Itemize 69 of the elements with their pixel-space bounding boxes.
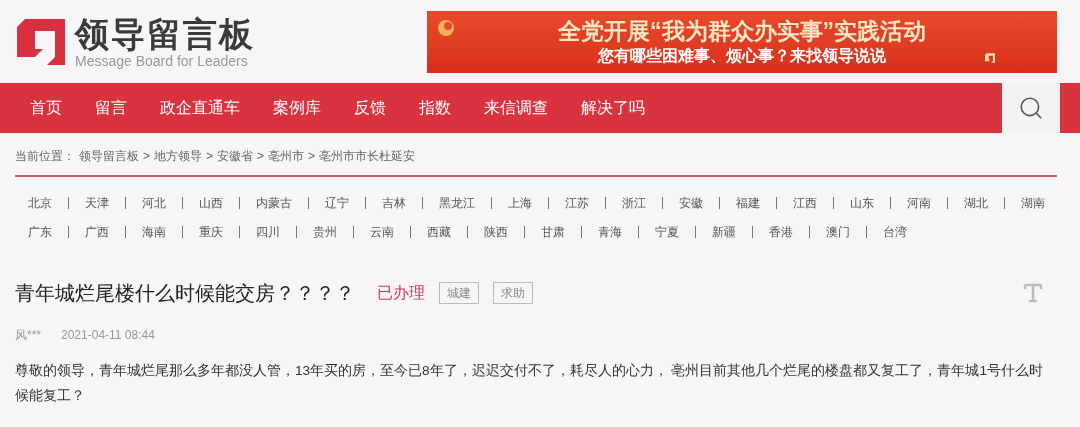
nav-link[interactable]: 反馈 (354, 96, 386, 120)
breadcrumb-link[interactable]: 领导留言板 (79, 147, 139, 165)
message-title: 青年城烂尾楼什么时候能交房？？？？ (15, 281, 355, 306)
province-link[interactable]: 黑龙江 (439, 193, 475, 213)
province-link[interactable]: 江苏 (565, 193, 589, 213)
breadcrumb-link[interactable]: 亳州市市长杜延安 (319, 147, 416, 165)
post-time: 2021-04-11 08:44 (61, 327, 155, 344)
nav-link[interactable]: 留言 (95, 96, 127, 120)
province-link[interactable]: 贵州 (313, 222, 337, 242)
province-link[interactable]: 海南 (142, 222, 166, 242)
logo-icon (17, 18, 65, 65)
breadcrumb-link[interactable]: 亳州市 (268, 147, 305, 165)
province-link[interactable]: 内蒙古 (256, 193, 292, 213)
province-link[interactable]: 新疆 (712, 222, 736, 242)
province-link[interactable]: 天津 (85, 193, 109, 213)
province-link[interactable]: 吉林 (382, 193, 406, 213)
province-link[interactable]: 福建 (736, 193, 760, 213)
breadcrumb-link[interactable]: 安徽省 (217, 147, 254, 165)
province-link[interactable]: 湖北 (964, 193, 988, 213)
province-link[interactable]: 山东 (850, 193, 874, 213)
search-icon (1018, 95, 1044, 121)
breadcrumb-separator: > (206, 148, 214, 165)
province-link[interactable]: 湖南 (1021, 193, 1045, 213)
province-link[interactable]: 四川 (256, 222, 280, 242)
nav-link[interactable]: 案例库 (273, 96, 321, 120)
emblem-icon (437, 18, 455, 37)
province-link[interactable]: 广东 (28, 222, 52, 242)
logo-subtitle: Message Board for Leaders (75, 52, 249, 69)
breadcrumb-separator: > (308, 148, 316, 165)
province-link[interactable]: 西藏 (427, 222, 451, 242)
breadcrumb-separator: > (143, 148, 150, 165)
province-link[interactable]: 上海 (508, 193, 532, 213)
province-link[interactable]: 河北 (142, 193, 166, 213)
province-link[interactable]: 重庆 (199, 222, 223, 242)
province-link[interactable]: 青海 (598, 222, 622, 242)
nav-link[interactable]: 首页 (30, 96, 62, 120)
banner-subtitle: 您有哪些困难事、烦心事？来找领导说说 (598, 45, 886, 66)
nav-link[interactable]: 来信调查 (484, 96, 548, 120)
message-body: 尊敬的领导，青年城烂尾那么多年都没人管，13年买的房，至今已8年了，迟迟交付不了，耗尽人的心力， 亳州目前其他几个烂尾的楼盘都又复工了，青年城1号什么时候能复工？ (15, 362, 1045, 405)
province-link[interactable]: 江西 (793, 193, 817, 213)
province-link[interactable]: 河南 (907, 193, 931, 213)
banner[interactable]: 全党开展“我为群众办实事”实践活动 您有哪些困难事、烦心事？来找领导说说 (427, 10, 1057, 73)
province-link[interactable]: 宁夏 (655, 222, 679, 242)
banner-title: 全党开展“我为群众办实事”实践活动 (558, 16, 926, 45)
author-name: 风*** (15, 327, 41, 344)
search-button[interactable] (1002, 83, 1060, 133)
logo-icon (985, 52, 995, 63)
province-link[interactable]: 辽宁 (325, 193, 349, 213)
nav-link[interactable]: 解决了吗 (581, 96, 645, 120)
province-link[interactable]: 云南 (370, 222, 394, 242)
province-link[interactable]: 浙江 (622, 193, 646, 213)
logo-title: 领导留言板 (75, 14, 255, 53)
category-tag[interactable]: 城建 (439, 282, 479, 304)
province-link[interactable]: 香港 (769, 222, 793, 242)
province-link[interactable]: 安徽 (679, 193, 703, 213)
breadcrumb-label: 当前位置： (15, 148, 75, 165)
nav-link[interactable]: 指数 (419, 96, 451, 120)
status-label: 已办理 (377, 283, 425, 303)
province-link[interactable]: 陕西 (484, 222, 508, 242)
province-link[interactable]: 甘肃 (541, 222, 565, 242)
province-link[interactable]: 澳门 (826, 222, 850, 242)
nav-link[interactable]: 政企直通车 (160, 96, 240, 120)
category-tag[interactable]: 求助 (493, 282, 533, 304)
province-link[interactable]: 台湾 (883, 222, 907, 242)
province-link[interactable]: 北京 (28, 193, 52, 213)
province-link[interactable]: 山西 (199, 193, 223, 213)
province-link[interactable]: 广西 (85, 222, 109, 242)
breadcrumb-separator: > (257, 148, 265, 165)
breadcrumb-link[interactable]: 地方领导 (154, 147, 202, 165)
